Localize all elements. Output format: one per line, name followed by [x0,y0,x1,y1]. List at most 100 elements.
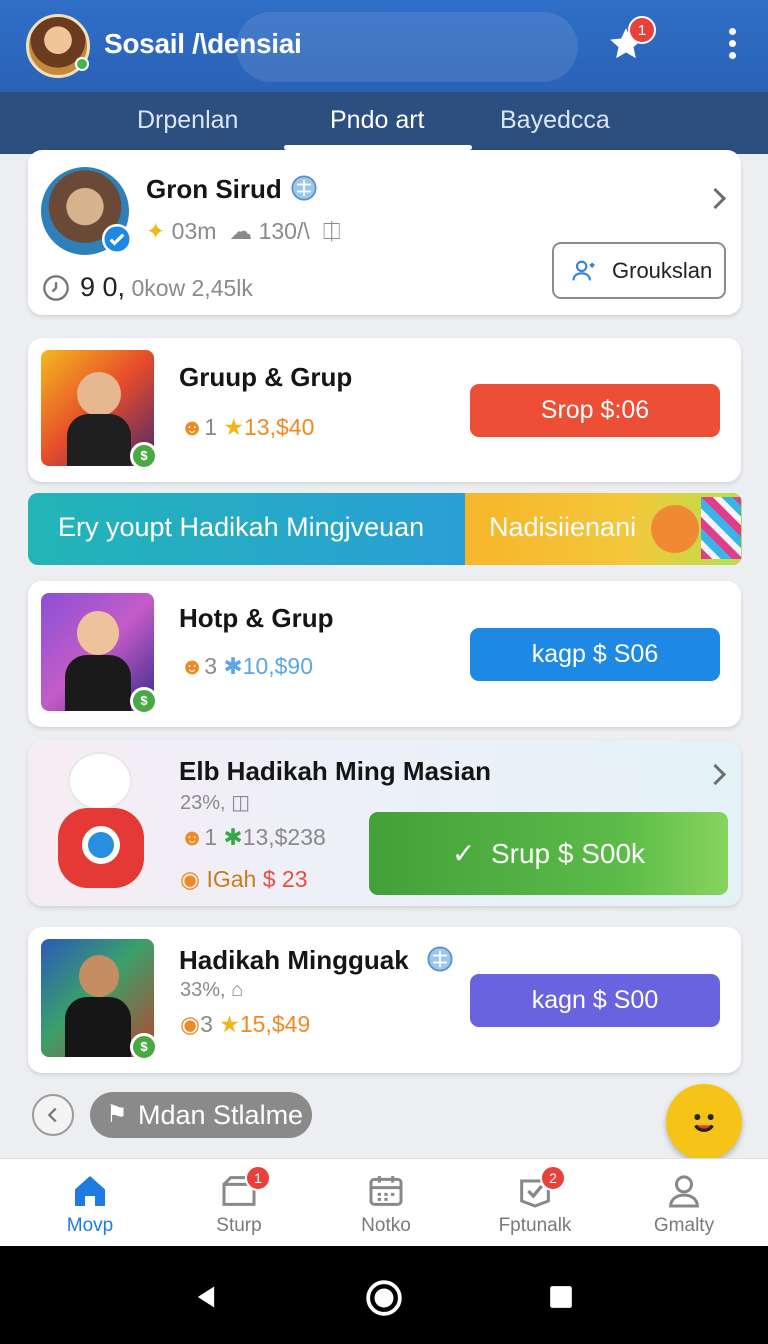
join-button[interactable]: ✓ Srup $ S00k [369,812,728,895]
group-value: 13,$40 [244,414,315,440]
profile-stat-1: 03m [171,218,217,244]
coin-stack-icon: ◉ [180,866,201,892]
featured-stats: ☻1 ✱13,$238 [180,824,326,851]
group-button-label: Groukslan [612,258,713,283]
emoji-icon: ☻ [180,414,205,440]
star-icon: ★ [223,414,245,440]
nav-label: Gmalty [653,1215,715,1236]
group-value: 15,$49 [239,1011,311,1037]
nav-item-inbox[interactable]: 1 Sturp [164,1159,314,1247]
app-title: Sosail /\densiai [104,28,302,59]
nav-label: Sturp [216,1215,262,1236]
banner-right-panel[interactable]: Nadisiienani [465,493,742,565]
group-card[interactable]: $ Hotp & Grup ☻3 ✱10,$90 kagp $ S06 [28,581,741,727]
nav-item-profile[interactable]: Gmalty [609,1159,759,1247]
group-button[interactable]: Groukslan [552,242,726,299]
reward-value: $ 23 [262,866,308,892]
group-value: 10,$90 [242,653,314,679]
profile-counter-value: 9 0, [80,272,126,302]
tab-pndo-art[interactable]: Pndo art [330,106,425,135]
profile-counter: 9 0, 0kow 2,45lk [80,272,253,303]
scroll-back-button[interactable] [32,1094,74,1136]
status-chip[interactable]: ⚑ Mdan Stlalme [90,1092,312,1138]
group-percent: 33%, [180,979,226,1001]
arrow-left-icon [47,1107,57,1123]
cloud-icon: ☁ [222,218,253,244]
more-menu-icon[interactable] [722,28,742,64]
group-card[interactable]: $ Gruup & Grup ☻1 ★13,$40 Srop $:06 [28,338,741,482]
medal-icon: ✦ [146,218,166,244]
nav-label: Movp [66,1215,114,1236]
mascot-fab[interactable] [666,1084,742,1160]
chevron-right-icon[interactable] [706,760,728,790]
flask-icon: ⚑ [106,1101,128,1128]
confetti-decoration [701,497,741,559]
avatar[interactable] [26,14,90,78]
profile-name: Gron Sirud [146,174,282,204]
profile-stat-2: 130/\ [258,218,310,244]
home-circle-icon[interactable] [365,1279,403,1317]
profile-counter-detail: 0kow 2,45lk [131,275,253,301]
tab-bayedcca[interactable]: Bayedcca [500,106,610,135]
recents-square-icon[interactable] [548,1284,574,1310]
system-nav-bar [0,1246,768,1344]
featured-card[interactable]: Elb Hadikah Ming Masian 23%, ◫ ☻1 ✱13,$2… [28,740,741,906]
home-icon [75,1176,105,1206]
group-title: Gruup & Grup [179,362,353,392]
favorites-button[interactable]: 1 [606,16,656,68]
group-count: 3 [204,653,217,679]
coin-icon: $ [130,687,158,715]
join-button[interactable]: kagp $ S06 [470,628,720,681]
join-button[interactable]: Srop $:06 [470,384,720,437]
group-count: 3 [200,1011,213,1037]
notification-badge: 1 [628,16,656,44]
featured-subtitle: 23%, ◫ [180,790,250,815]
bell-icon: ⎅ [316,218,341,244]
coin-icon: $ [130,1033,158,1061]
bottom-nav: Movp 1 Sturp Notko 2 Fptunalk Gmalty [0,1158,768,1246]
group-stats: ◉3 ★15,$49 [180,1011,310,1038]
coin-stack-icon: ◉ [180,1011,201,1037]
group-subtitle: 33%, ⌂ [180,979,243,1002]
chevron-right-icon[interactable] [706,184,728,214]
mascot-icon [651,505,699,553]
tab-drpenlan[interactable]: Drpenlan [137,106,238,135]
group-stats: ☻3 ✱10,$90 [180,653,313,680]
check-icon: ✓ [451,838,491,869]
mascot-illustration [36,746,160,906]
join-button[interactable]: kagn $ S00 [470,974,720,1027]
promo-banner[interactable]: Ery youpt Hadikah Mingjveuan Nadisiienan… [28,493,742,565]
user-group-icon [572,260,595,281]
banner-right-text: Nadisiienani [489,512,637,542]
profile-stats: ✦ 03m ☁ 130/\ ⎅ [146,218,341,245]
nav-item-home[interactable]: Movp [15,1159,165,1247]
tag-icon: ◫ [231,792,251,814]
coin-icon: $ [130,442,158,470]
profile-card[interactable]: Gron Sirud ✦ 03m ☁ 130/\ ⎅ 9 0, 0kow 2,4… [28,150,741,315]
nav-label: Fptunalk [498,1215,572,1236]
banner-left-text: Ery youpt Hadikah Mingjveuan [58,512,425,542]
group-card[interactable]: $ Hadikah Mingguak 33%, ⌂ ◉3 ★15,$49 kag… [28,927,741,1073]
group-title: Hotp & Grup [179,603,334,633]
online-status-dot [75,57,89,71]
home-outline-icon: ⌂ [231,979,244,1001]
group-title: Hadikah Mingguak [179,945,409,975]
back-triangle-icon[interactable] [192,1282,220,1312]
emoji-icon: ☻ [180,653,205,679]
globe-badge-icon [291,175,317,201]
featured-value: 13,$238 [242,824,326,850]
group-count: 1 [204,414,217,440]
reward-label: IGah [206,866,257,892]
emoji-icon: ☻ [180,824,205,850]
globe-badge-icon [427,946,453,972]
star-icon: ★ [219,1011,240,1037]
nav-item-calendar[interactable]: Notko [311,1159,461,1247]
person-icon [669,1175,699,1208]
calendar-icon [369,1176,403,1206]
app-header: Sosail /\densiai 1 [0,0,768,92]
group-stats: ☻1 ★13,$40 [180,414,314,441]
featured-title: Elb Hadikah Ming Masian [179,756,492,786]
clock-icon [43,275,69,301]
status-chip-label: Mdan Stlalme [138,1100,304,1130]
nav-item-tasks[interactable]: 2 Fptunalk [460,1159,610,1247]
